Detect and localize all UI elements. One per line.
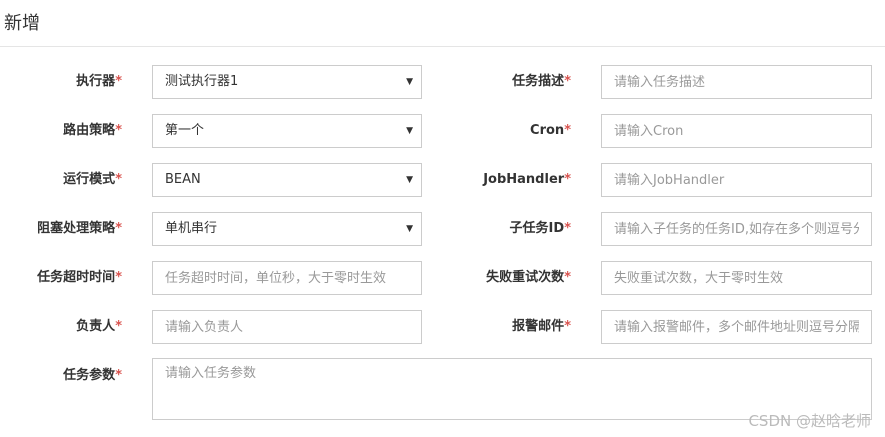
alarm-email-label: 报警邮件* (512, 319, 571, 334)
required-mark: * (564, 123, 571, 138)
form-row: 路由策略* 第一个 ▼ Cron* (0, 114, 885, 148)
alarm-email-input[interactable] (601, 310, 872, 344)
form-row: 执行器* 测试执行器1 ▼ 任务描述* (0, 65, 885, 99)
job-desc-label: 任务描述* (512, 74, 571, 89)
route-strategy-label: 路由策略* (63, 123, 122, 138)
job-form: 执行器* 测试执行器1 ▼ 任务描述* 路由策略* 第一个 ▼ Cron* 运行… (0, 0, 885, 437)
form-row: 负责人* 报警邮件* (0, 310, 885, 344)
timeout-label: 任务超时时间* (37, 270, 122, 285)
required-mark: * (115, 123, 122, 138)
owner-input[interactable] (152, 310, 422, 344)
job-handler-input[interactable] (601, 163, 872, 197)
route-strategy-select[interactable]: 第一个 ▼ (152, 114, 422, 148)
retry-count-label: 失败重试次数* (486, 270, 571, 285)
required-mark: * (115, 368, 122, 383)
executor-select-value: 测试执行器1 (165, 74, 239, 89)
run-mode-select-value: BEAN (165, 172, 201, 187)
child-job-id-input[interactable] (601, 212, 872, 246)
run-mode-label: 运行模式* (63, 172, 122, 187)
caret-down-icon: ▼ (406, 126, 413, 136)
job-param-label: 任务参数* (63, 368, 122, 383)
executor-label: 执行器* (76, 74, 122, 89)
cron-input[interactable] (601, 114, 872, 148)
required-mark: * (564, 319, 571, 334)
form-row: 阻塞处理策略* 单机串行 ▼ 子任务ID* (0, 212, 885, 246)
run-mode-select[interactable]: BEAN ▼ (152, 163, 422, 197)
job-desc-input[interactable] (601, 65, 872, 99)
caret-down-icon: ▼ (406, 224, 413, 234)
block-strategy-select[interactable]: 单机串行 ▼ (152, 212, 422, 246)
timeout-input[interactable] (152, 261, 422, 295)
caret-down-icon: ▼ (406, 77, 413, 87)
required-mark: * (115, 74, 122, 89)
block-strategy-select-value: 单机串行 (165, 221, 218, 236)
required-mark: * (115, 172, 122, 187)
caret-down-icon: ▼ (406, 175, 413, 185)
watermark: CSDN @赵晗老师 (748, 412, 871, 430)
required-mark: * (115, 319, 122, 334)
required-mark: * (115, 270, 122, 285)
retry-count-input[interactable] (601, 261, 872, 295)
form-row: 运行模式* BEAN ▼ JobHandler* (0, 163, 885, 197)
cron-label: Cron* (530, 123, 571, 138)
required-mark: * (564, 172, 571, 187)
block-strategy-label: 阻塞处理策略* (37, 221, 122, 236)
required-mark: * (115, 221, 122, 236)
job-handler-label: JobHandler* (483, 172, 571, 187)
owner-label: 负责人* (76, 319, 122, 334)
form-row: 任务超时时间* 失败重试次数* (0, 261, 885, 295)
route-strategy-select-value: 第一个 (165, 123, 205, 138)
required-mark: * (564, 221, 571, 236)
required-mark: * (564, 74, 571, 89)
executor-select[interactable]: 测试执行器1 ▼ (152, 65, 422, 99)
child-job-id-label: 子任务ID* (509, 221, 571, 236)
required-mark: * (564, 270, 571, 285)
